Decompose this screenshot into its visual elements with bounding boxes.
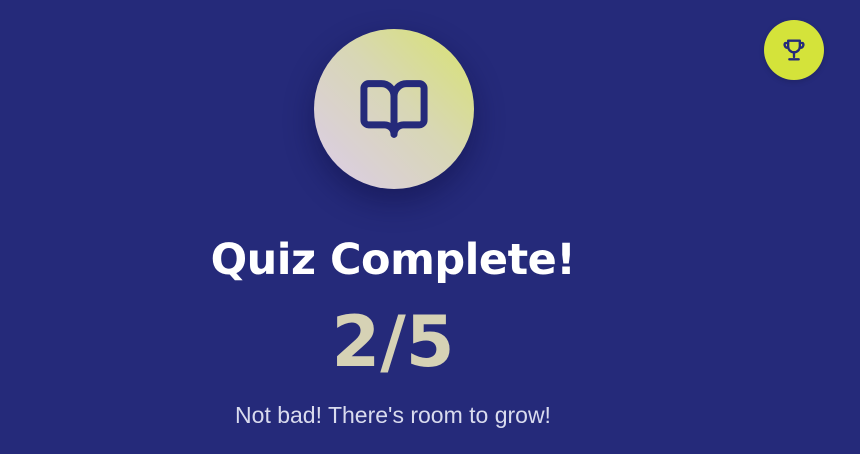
page-title: Quiz Complete! (210, 235, 576, 285)
quiz-badge (314, 29, 474, 189)
trophy-button[interactable] (764, 20, 824, 80)
trophy-icon (783, 39, 805, 61)
book-open-icon (360, 80, 428, 138)
feedback-message: Not bad! There's room to grow! (235, 402, 551, 428)
score-display: 2/5 (331, 301, 455, 383)
